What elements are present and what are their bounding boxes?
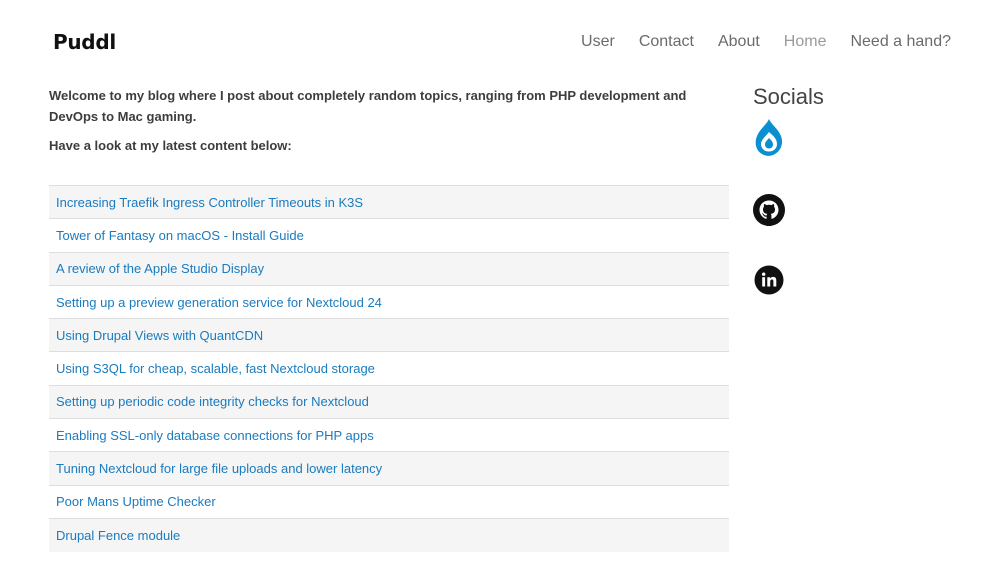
post-link[interactable]: Using Drupal Views with QuantCDN [56, 328, 263, 343]
nav-home[interactable]: Home [784, 31, 827, 53]
nav-need-a-hand[interactable]: Need a hand? [850, 31, 951, 53]
list-item: Tower of Fantasy on macOS - Install Guid… [49, 219, 729, 253]
linkedin-link[interactable] [753, 264, 785, 296]
linkedin-icon [753, 264, 785, 296]
post-link[interactable]: Tuning Nextcloud for large file uploads … [56, 461, 382, 476]
drupal-icon [753, 118, 785, 158]
site-header: Puddl User Contact About Home Need a han… [0, 0, 1000, 84]
list-item: Increasing Traefik Ingress Controller Ti… [49, 186, 729, 220]
nav-contact[interactable]: Contact [639, 31, 694, 53]
page: Puddl User Contact About Home Need a han… [0, 0, 1000, 563]
main-content: Welcome to my blog where I post about co… [49, 84, 729, 553]
post-link[interactable]: Poor Mans Uptime Checker [56, 494, 216, 509]
post-link[interactable]: Setting up a preview generation service … [56, 295, 382, 310]
post-list: Increasing Traefik Ingress Controller Ti… [49, 185, 729, 553]
github-link[interactable] [753, 194, 785, 226]
list-item: Drupal Fence module [49, 518, 729, 553]
post-link[interactable]: Drupal Fence module [56, 528, 180, 543]
sidebar-title: Socials [753, 84, 824, 109]
list-item: Enabling SSL-only database connections f… [49, 419, 729, 453]
sidebar: Socials [753, 84, 953, 295]
post-link[interactable]: Setting up periodic code integrity check… [56, 394, 369, 409]
intro-text: Welcome to my blog where I post about co… [49, 88, 687, 124]
list-item: Using S3QL for cheap, scalable, fast Nex… [49, 352, 729, 386]
post-link[interactable]: Enabling SSL-only database connections f… [56, 428, 374, 443]
post-link[interactable]: Tower of Fantasy on macOS - Install Guid… [56, 228, 304, 243]
list-item: Tuning Nextcloud for large file uploads … [49, 452, 729, 486]
list-item: A review of the Apple Studio Display [49, 252, 729, 286]
intro-subtext: Have a look at my latest content below: [49, 138, 292, 153]
list-item: Poor Mans Uptime Checker [49, 485, 729, 519]
post-link[interactable]: Increasing Traefik Ingress Controller Ti… [56, 195, 363, 210]
drupal-link[interactable] [753, 118, 785, 158]
post-link[interactable]: Using S3QL for cheap, scalable, fast Nex… [56, 361, 375, 376]
nav-about[interactable]: About [718, 31, 760, 53]
list-item: Setting up periodic code integrity check… [49, 385, 729, 420]
list-item: Setting up a preview generation service … [49, 285, 729, 320]
site-logo[interactable]: Puddl [53, 30, 116, 54]
list-item: Using Drupal Views with QuantCDN [49, 319, 729, 353]
main-nav: User Contact About Home Need a hand? [557, 31, 951, 53]
post-link[interactable]: A review of the Apple Studio Display [56, 261, 264, 276]
github-icon [753, 194, 785, 226]
nav-user[interactable]: User [581, 31, 615, 53]
